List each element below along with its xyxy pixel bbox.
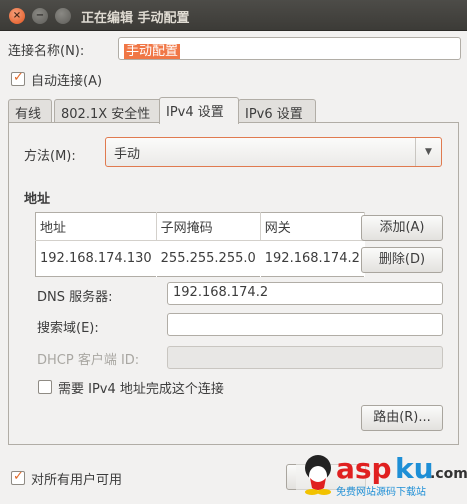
connection-name-value: 手动配置	[124, 44, 181, 59]
column-header-gateway[interactable]: 网关	[260, 212, 365, 241]
connection-name-label: 连接名称(N):	[8, 44, 85, 59]
require-ipv4-label: 需要 IPv4 地址完成这个连接	[58, 382, 224, 397]
require-ipv4-checkbox[interactable]	[38, 380, 52, 394]
connection-name-field[interactable]: 手动配置	[118, 37, 461, 60]
address-cell[interactable]: 192.168.174.130	[35, 240, 157, 277]
addresses-heading: 地址	[24, 192, 51, 207]
method-label: 方法(M):	[24, 149, 76, 164]
dns-servers-value: 192.168.174.2	[173, 285, 269, 300]
all-users-label: 对所有用户可用	[31, 473, 123, 488]
dhcp-client-id-field	[167, 346, 443, 369]
dns-servers-label: DNS 服务器:	[37, 290, 113, 305]
gateway-cell[interactable]: 192.168.174.2	[260, 240, 365, 277]
search-domains-field[interactable]	[167, 313, 443, 336]
minimize-icon[interactable]: −	[32, 8, 48, 24]
tab-wired[interactable]: 有线	[8, 99, 52, 123]
routes-button[interactable]: 路由(R)...	[361, 405, 443, 431]
column-header-netmask[interactable]: 子网掩码	[156, 212, 261, 241]
svg-text:.com: .com	[430, 466, 467, 482]
svg-text:免费网站源码下载站: 免费网站源码下载站	[336, 485, 426, 498]
svg-text:ku: ku	[395, 452, 434, 485]
watermark-logo: asp ku .com 免费网站源码下载站	[296, 448, 467, 500]
address-table: 地址 子网掩码 网关 192.168.174.130 255.255.255.0…	[35, 212, 365, 277]
watermark-image: asp ku .com 免费网站源码下载站	[296, 448, 467, 500]
column-header-address[interactable]: 地址	[35, 212, 157, 241]
close-icon[interactable]: ×	[9, 8, 25, 24]
method-value: 手动	[114, 147, 141, 162]
tab-ipv4-settings[interactable]: IPv4 设置	[159, 97, 239, 124]
title-bar: × − 正在编辑 手动配置	[0, 0, 467, 31]
auto-connect-checkbox[interactable]	[11, 70, 25, 86]
table-row[interactable]: 192.168.174.130 255.255.255.0 192.168.17…	[35, 240, 365, 277]
auto-connect-label: 自动连接(A)	[31, 74, 103, 89]
chevron-down-icon: ▼	[415, 138, 441, 166]
window-title: 正在编辑 手动配置	[81, 11, 190, 26]
maximize-icon[interactable]	[55, 8, 71, 24]
search-domains-label: 搜索域(E):	[37, 321, 99, 336]
dns-servers-field[interactable]: 192.168.174.2	[167, 282, 443, 305]
dhcp-client-id-label: DHCP 客户端 ID:	[37, 353, 140, 368]
svg-text:asp: asp	[336, 452, 392, 485]
tab-8021x-security[interactable]: 802.1X 安全性	[54, 99, 165, 123]
netmask-cell[interactable]: 255.255.255.0	[156, 240, 261, 277]
delete-address-button[interactable]: 删除(D)	[361, 247, 443, 273]
all-users-checkbox[interactable]	[11, 469, 25, 485]
add-address-button[interactable]: 添加(A)	[361, 215, 443, 241]
tab-ipv6-settings[interactable]: IPv6 设置	[238, 99, 316, 123]
method-combobox[interactable]: 手动 ▼	[105, 137, 442, 167]
